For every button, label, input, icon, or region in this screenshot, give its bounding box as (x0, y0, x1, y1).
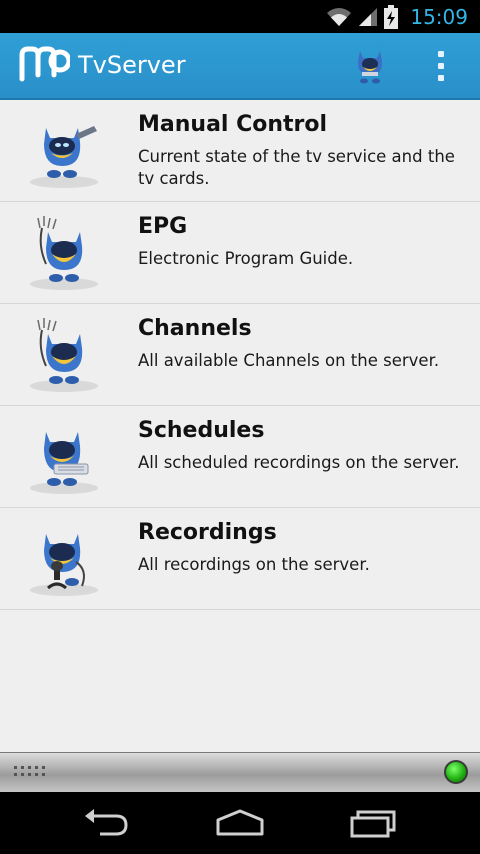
status-time: 15:09 (410, 5, 468, 29)
navigation-bar (0, 792, 480, 854)
mascot-antenna-icon (30, 216, 98, 290)
back-icon[interactable] (76, 806, 136, 840)
menu-item-description: All available Channels on the server. (138, 351, 440, 370)
wifi-icon (327, 8, 352, 26)
menu-item-description: Electronic Program Guide. (138, 249, 354, 268)
mascot-remote-icon (30, 126, 98, 188)
menu-item-title: Recordings (138, 520, 277, 545)
mascot-keyboard-icon (30, 432, 98, 494)
mascot-microphone-icon (30, 534, 98, 596)
menu-item-recordings[interactable]: Recordings All recordings on the server. (0, 508, 480, 610)
menu-list: Manual Control Current state of the tv s… (0, 100, 480, 752)
connection-status-icon (444, 760, 468, 784)
mediaportal-logo-icon[interactable] (18, 45, 70, 85)
bottom-status-strip (0, 752, 480, 793)
menu-item-description: All scheduled recordings on the server. (138, 453, 460, 472)
menu-item-description: Current state of the tv service and the … (138, 147, 455, 188)
battery-charging-icon (384, 5, 399, 29)
grip-icon[interactable] (14, 766, 48, 780)
menu-item-title: Schedules (138, 418, 265, 443)
menu-item-description: All recordings on the server. (138, 555, 370, 574)
menu-item-channels[interactable]: Channels All available Channels on the s… (0, 304, 480, 406)
menu-item-epg[interactable]: EPG Electronic Program Guide. (0, 202, 480, 304)
mascot-icon[interactable] (352, 45, 388, 85)
overflow-menu-icon[interactable] (432, 47, 450, 85)
menu-item-schedules[interactable]: Schedules All scheduled recordings on th… (0, 406, 480, 508)
status-icons: 15:09 (326, 5, 468, 29)
menu-item-title: Channels (138, 316, 252, 341)
signal-icon (359, 8, 378, 26)
action-bar: TvServer (0, 33, 480, 100)
mascot-antenna-icon (30, 318, 98, 392)
menu-item-title: Manual Control (138, 112, 328, 137)
recent-apps-icon[interactable] (344, 806, 404, 840)
status-bar: 15:09 (0, 0, 480, 33)
menu-item-title: EPG (138, 214, 188, 239)
menu-item-manual-control[interactable]: Manual Control Current state of the tv s… (0, 100, 480, 202)
app-title: TvServer (78, 51, 186, 79)
home-icon[interactable] (210, 806, 270, 840)
